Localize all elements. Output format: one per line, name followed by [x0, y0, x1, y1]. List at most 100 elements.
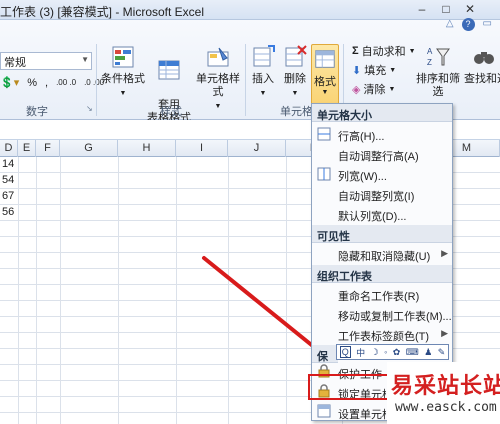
menu-item-tab-color[interactable]: 工作表标签颜色(T) ▶: [338, 325, 452, 343]
format-label: 格式: [314, 76, 336, 88]
menu-item-hide-unhide[interactable]: 隐藏和取消隐藏(U) ▶: [338, 245, 452, 263]
group-label-number: 数字: [26, 106, 48, 118]
moon-icon[interactable]: ☽: [371, 347, 379, 358]
watermark: 易采站长站 www.easck.com: [387, 362, 500, 424]
minimize-button[interactable]: –: [410, 1, 434, 17]
chevron-down-icon: ▼: [259, 90, 267, 97]
number-format-buttons: 💲▾ % , .00 .0 .0 .00: [0, 76, 104, 90]
chevron-down-icon: ▼: [388, 85, 396, 93]
group-label-cells: 单元格: [280, 106, 313, 118]
menu-item-autofit-column[interactable]: 自动调整列宽(I): [338, 185, 452, 203]
cell-styles-label: 单元格样式: [196, 73, 240, 98]
clear-label: 清除: [363, 84, 386, 96]
menu-section-header: 可见性: [312, 225, 452, 243]
insert-cells-icon: [253, 45, 275, 67]
column-header[interactable]: E: [18, 140, 36, 157]
cell-styles-button[interactable]: 单元格样式 ▼: [192, 44, 244, 113]
insert-label: 插入: [252, 73, 274, 85]
separator: [96, 44, 97, 116]
eraser-icon: ◈: [352, 83, 361, 96]
separator: [245, 44, 246, 116]
highlight-box: [308, 374, 392, 400]
grid-col-line: [60, 157, 61, 424]
cell-value[interactable]: 67: [2, 190, 14, 202]
menu-item-format-cells[interactable]: 设置单元格: [338, 403, 386, 421]
svg-text:Z: Z: [427, 58, 432, 67]
grid-col-line: [118, 157, 119, 424]
fill-button[interactable]: ⬇ 填充 ▼: [352, 62, 396, 78]
cell-value[interactable]: 54: [2, 174, 14, 186]
increase-decimal-button[interactable]: .00 .0: [56, 78, 76, 87]
column-header[interactable]: F: [36, 140, 60, 157]
menu-item-label: 工作表标签颜色(T): [338, 331, 430, 343]
percent-button[interactable]: %: [27, 77, 37, 89]
comma-button[interactable]: ,: [45, 77, 48, 89]
find-select-label: 查找和选: [464, 73, 500, 85]
menu-item-default-width[interactable]: 默认列宽(D)...: [338, 205, 452, 223]
format-cells-icon: [317, 404, 331, 418]
chevron-right-icon: ▶: [441, 328, 448, 338]
cell-value[interactable]: 14: [2, 158, 14, 170]
column-header[interactable]: H: [118, 140, 176, 157]
restore-icon[interactable]: ▭: [483, 18, 492, 31]
conditional-format-button[interactable]: 条件格式 ▼: [100, 44, 146, 100]
cell-value[interactable]: 56: [2, 206, 14, 218]
column-header[interactable]: G: [60, 140, 118, 157]
watermark-url: www.easck.com: [395, 400, 497, 415]
menu-section-header: 组织工作表: [312, 265, 452, 283]
column-header[interactable]: I: [176, 140, 228, 157]
number-format-select[interactable]: 常规 ▼: [0, 52, 92, 70]
window-title: 工作表 (3) [兼容模式] - Microsoft Excel: [0, 5, 205, 19]
chevron-down-icon: ▼: [389, 66, 397, 74]
menu-item-row-height[interactable]: 行高(H)...: [338, 125, 452, 143]
currency-icon[interactable]: 💲▾: [0, 76, 19, 89]
clear-button[interactable]: ◈ 清除 ▼: [352, 81, 395, 97]
wrench-icon[interactable]: ✎: [438, 347, 446, 358]
menu-section-header: 单元格大小: [312, 104, 452, 122]
ime-mode-label[interactable]: 中: [356, 346, 365, 359]
number-format-value: 常规: [4, 57, 26, 69]
svg-text:A: A: [427, 47, 433, 56]
autosum-button[interactable]: Σ 自动求和 ▼: [352, 43, 416, 59]
user-icon[interactable]: ♟: [424, 347, 432, 358]
autosum-label: 自动求和: [361, 46, 406, 58]
keyboard-icon[interactable]: ⌨: [406, 347, 419, 358]
delete-button[interactable]: 删除 ▼: [280, 44, 310, 100]
ime-logo-icon[interactable]: Q: [339, 346, 351, 358]
punctuation-icon[interactable]: ◦: [384, 347, 387, 357]
delete-label: 删除: [284, 73, 306, 85]
minimize-ribbon-icon[interactable]: △: [446, 18, 454, 31]
conditional-format-icon: [112, 46, 134, 68]
grid-col-line: [18, 157, 19, 424]
ime-toolbar[interactable]: Q 中 ☽ ◦ ✿ ⌨ ♟ ✎: [336, 344, 449, 360]
maximize-button[interactable]: □: [434, 1, 458, 17]
chevron-down-icon: ▼: [291, 90, 299, 97]
find-select-button[interactable]: 查找和选: [464, 44, 500, 86]
grid-col-line: [176, 157, 177, 424]
group-label-styles: 样式: [160, 106, 182, 118]
menu-section-header: 保护: [312, 345, 338, 363]
cell-styles-icon: [207, 47, 229, 67]
menu-item-autofit-row[interactable]: 自动调整行高(A): [338, 145, 452, 163]
grid-col-line: [36, 157, 37, 424]
menu-item-rename-sheet[interactable]: 重命名工作表(R): [338, 285, 452, 303]
ribbon-help-area: △ ? ▭: [446, 18, 492, 31]
sigma-icon: Σ: [352, 45, 359, 57]
help-icon[interactable]: ?: [461, 18, 475, 31]
menu-item-move-copy-sheet[interactable]: 移动或复制工作表(M)...: [338, 305, 452, 323]
column-header[interactable]: J: [228, 140, 286, 157]
title-bar: 工作表 (3) [兼容模式] - Microsoft Excel – □ ✕: [0, 0, 500, 20]
insert-button[interactable]: 插入 ▼: [248, 44, 278, 100]
chevron-down-icon: ▼: [321, 89, 329, 96]
window-controls: – □ ✕: [410, 1, 482, 17]
format-icon: [315, 50, 335, 68]
delete-cells-icon: [285, 45, 307, 67]
close-button[interactable]: ✕: [458, 1, 482, 17]
dialog-launcher-icon[interactable]: ↘: [86, 104, 93, 113]
chevron-down-icon: ▼: [119, 90, 127, 97]
column-header[interactable]: D: [0, 140, 18, 157]
fill-label: 填充: [364, 65, 387, 77]
settings-icon[interactable]: ✿: [393, 347, 401, 358]
binoculars-icon: [474, 52, 494, 64]
menu-item-column-width[interactable]: 列宽(W)...: [338, 165, 452, 183]
